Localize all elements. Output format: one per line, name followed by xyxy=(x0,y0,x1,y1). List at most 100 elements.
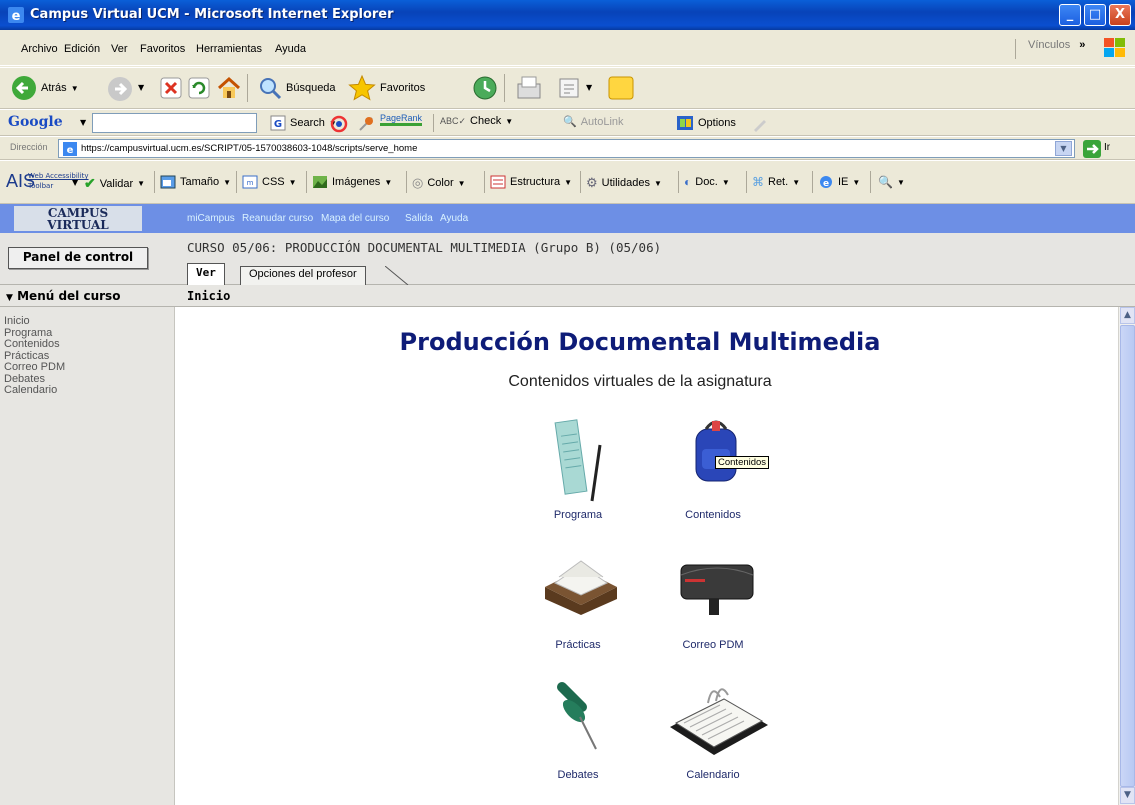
ais-ret-button[interactable]: ⌘ Ret. ▼ xyxy=(752,175,800,189)
ais-tamano-button[interactable]: Tamaño ▼ xyxy=(160,175,231,189)
menu-archivo[interactable]: Archivo xyxy=(21,43,58,55)
edit-icon[interactable] xyxy=(557,76,581,100)
window-title-bar[interactable]: e Campus Virtual UCM - Microsoft Interne… xyxy=(0,0,1135,30)
refresh-icon[interactable] xyxy=(188,77,210,99)
tile-correo-pdm[interactable]: Correo PDM xyxy=(638,547,788,653)
autolink-button[interactable]: 🔍 AutoLink xyxy=(563,115,624,129)
ais-simulate-button[interactable]: 🔍 ▼ xyxy=(878,175,905,189)
sidebar-item-calendario[interactable]: Calendario xyxy=(4,384,65,397)
ais-doc-button[interactable]: ◐ Doc. ▼ xyxy=(684,175,730,189)
popup-blocker-icon[interactable] xyxy=(357,115,375,133)
toolbar-separator xyxy=(580,171,581,193)
toolbar-separator xyxy=(247,74,248,102)
google-menu-dropdown-icon[interactable]: ▼ xyxy=(80,118,86,127)
google-options-button[interactable]: Options xyxy=(676,115,736,131)
close-button[interactable]: X xyxy=(1109,4,1131,26)
page-subtitle: Contenidos virtuales de la asignatura xyxy=(508,373,772,390)
menu-favoritos[interactable]: Favoritos xyxy=(140,43,185,55)
scroll-down-button[interactable]: ▼ xyxy=(1120,787,1135,804)
breadcrumb: Inicio xyxy=(175,285,1135,307)
main-content: Producción Documental Multimedia Conteni… xyxy=(175,307,1118,805)
toolbar-separator xyxy=(678,171,679,193)
toolbar-separator xyxy=(306,171,307,193)
vertical-scrollbar[interactable]: ▲ ▼ xyxy=(1118,307,1135,805)
menu-ver[interactable]: Ver xyxy=(111,43,128,55)
tile-programa[interactable]: Programa xyxy=(503,415,653,525)
nav-micampus[interactable]: miCampus xyxy=(187,213,235,224)
svg-text:e: e xyxy=(67,145,74,156)
tile-label-correo-pdm: Correo PDM xyxy=(682,639,744,651)
tab-opciones-del-profesor[interactable]: Opciones del profesor xyxy=(240,266,366,285)
links-toolbar[interactable]: Vínculos » xyxy=(1015,39,1095,59)
ais-color-button[interactable]: ◎ Color ▼ xyxy=(412,175,466,191)
mail-icon[interactable] xyxy=(515,74,543,102)
address-field-box[interactable]: e https://campusvirtual.ucm.es/SCRIPT/05… xyxy=(58,139,1075,158)
messenger-note-icon[interactable] xyxy=(606,74,636,102)
forward-dropdown-icon[interactable]: ▼ xyxy=(138,83,144,92)
check-dropdown-icon: ▼ xyxy=(505,116,514,126)
resize-window-icon xyxy=(160,175,176,189)
address-dropdown-button[interactable]: ▼ xyxy=(1055,141,1072,156)
ais-logo-dropdown-icon[interactable]: ▼ xyxy=(72,178,78,187)
ais-logo[interactable]: AIS Web Accessibility Toolbar xyxy=(6,171,89,195)
pagerank-label: PageRank xyxy=(380,113,423,126)
ais-utilidades-button[interactable]: ⚙ Utilidades ▼ xyxy=(586,175,662,191)
history-icon[interactable] xyxy=(472,75,498,101)
panel-de-control-button[interactable]: Panel de control xyxy=(8,247,148,269)
tab-ver[interactable]: Ver xyxy=(187,263,225,285)
spell-check-button[interactable]: ABC✓ Check ▼ xyxy=(440,115,513,127)
favorites-button[interactable]: Favoritos xyxy=(348,74,425,102)
course-menu-header[interactable]: ▼ Menú del curso xyxy=(0,285,175,307)
ais-estructura-button[interactable]: Estructura ▼ xyxy=(490,175,572,189)
forward-arrow-icon[interactable] xyxy=(107,76,133,102)
search-button[interactable]: Búsqueda xyxy=(258,76,336,100)
campus-virtual-logo[interactable]: CAMPUS VIRTUAL xyxy=(14,206,142,231)
maximize-button[interactable]: □ xyxy=(1084,4,1106,26)
autolink-icon: 🔍 xyxy=(563,116,577,128)
svg-text:e: e xyxy=(12,9,21,24)
scroll-up-button[interactable]: ▲ xyxy=(1120,307,1135,324)
ais-ie-button[interactable]: e IE ▼ xyxy=(818,175,860,189)
tile-debates[interactable]: Debates xyxy=(503,677,653,783)
toolbar-separator xyxy=(746,171,747,193)
nav-reanudar-curso[interactable]: Reanudar curso xyxy=(242,213,313,224)
ais-accessibility-toolbar: AIS Web Accessibility Toolbar ▼ ✔ Valida… xyxy=(0,160,1135,204)
ais-validar-button[interactable]: ✔ Validar ▼ xyxy=(84,175,145,192)
sidebar-item-correo-pdm[interactable]: Correo PDM xyxy=(4,361,65,374)
tile-label-programa: Programa xyxy=(553,509,603,521)
google-search-button[interactable]: G Search ▼ xyxy=(270,115,337,131)
go-arrow-icon[interactable] xyxy=(1083,140,1101,158)
menu-edicion[interactable]: Edición xyxy=(64,43,100,55)
tile-contenidos[interactable]: Contenidos Contenidos xyxy=(638,415,788,525)
tile-practicas[interactable]: Prácticas xyxy=(503,547,653,653)
stop-icon[interactable] xyxy=(160,77,182,99)
home-icon[interactable] xyxy=(216,75,242,101)
links-chevron[interactable]: » xyxy=(1079,39,1085,51)
go-label[interactable]: Ir xyxy=(1104,142,1110,153)
nav-mapa-del-curso[interactable]: Mapa del curso xyxy=(321,213,389,224)
ais-css-button[interactable]: m CSS ▼ xyxy=(242,175,297,189)
google-g-icon: G xyxy=(270,115,286,131)
menu-ayuda[interactable]: Ayuda xyxy=(275,43,306,55)
nav-ayuda[interactable]: Ayuda xyxy=(440,213,468,224)
address-input[interactable]: https://campusvirtual.ucm.es/SCRIPT/05-1… xyxy=(81,143,417,154)
autolink-label: AutoLink xyxy=(580,115,624,128)
edit-dropdown-icon[interactable]: ▼ xyxy=(586,83,592,92)
ais-imagenes-button[interactable]: Imágenes ▼ xyxy=(312,175,392,189)
svg-text:m: m xyxy=(247,179,254,187)
mailbox-icon xyxy=(680,564,754,615)
menu-herramientas[interactable]: Herramientas xyxy=(196,43,262,55)
scroll-thumb[interactable] xyxy=(1120,325,1135,787)
minimize-button[interactable]: _ xyxy=(1059,4,1081,26)
back-button[interactable]: Atrás ▼ xyxy=(11,75,79,101)
highlight-pen-icon[interactable] xyxy=(752,116,768,132)
tile-calendario[interactable]: Calendario xyxy=(638,677,788,783)
sidebar-item-contenidos[interactable]: Contenidos xyxy=(4,338,65,351)
pagerank-button[interactable]: PageRank xyxy=(380,113,423,126)
nav-salida[interactable]: Salida xyxy=(405,213,433,224)
google-logo[interactable]: Google xyxy=(8,114,63,130)
google-news-icon[interactable] xyxy=(330,115,348,133)
google-search-input[interactable] xyxy=(92,113,257,133)
sidebar-item-inicio[interactable]: Inicio xyxy=(4,315,65,328)
links-label: Vínculos xyxy=(1028,39,1071,51)
